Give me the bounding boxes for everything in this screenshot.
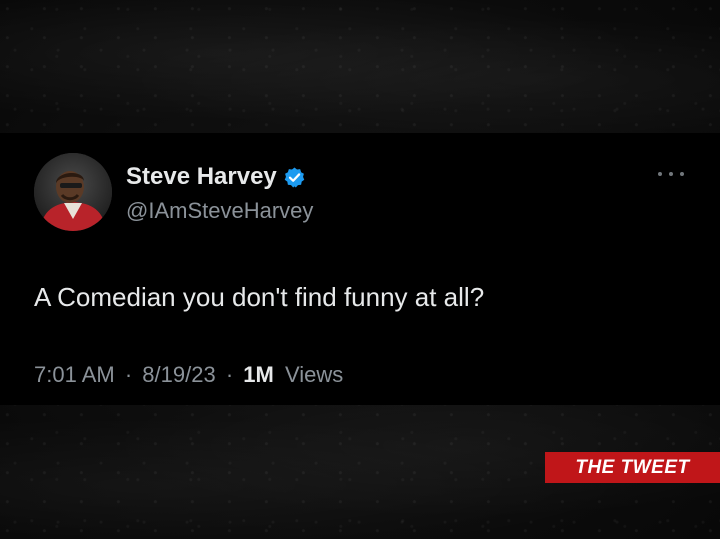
avatar-image	[34, 153, 112, 231]
badge-label: THE TWEET	[575, 456, 690, 478]
avatar[interactable]	[34, 153, 112, 231]
more-horizontal-icon[interactable]	[658, 169, 684, 179]
tweet-text: A Comedian you don't find funny at all?	[34, 282, 485, 312]
more-dot	[658, 172, 662, 176]
more-dot	[669, 172, 673, 176]
user-handle[interactable]: @IAmSteveHarvey	[126, 198, 313, 224]
tweet-card[interactable]: Steve Harvey @IAmSteveHarvey A Comedian …	[0, 133, 720, 405]
verified-badge-icon	[283, 166, 306, 189]
tweet-meta: 7:01 AM · 8/19/23 · 1M Views	[34, 362, 343, 388]
name-row: Steve Harvey	[126, 163, 306, 191]
background-texture-top	[0, 0, 720, 133]
meta-separator: ·	[124, 362, 133, 387]
views-count[interactable]: 1M	[243, 362, 274, 387]
display-name[interactable]: Steve Harvey	[126, 163, 277, 191]
tweet-date[interactable]: 8/19/23	[142, 362, 215, 387]
the-tweet-badge: THE TWEET	[545, 452, 720, 483]
meta-separator: ·	[225, 362, 234, 387]
tweet-time[interactable]: 7:01 AM	[34, 362, 115, 387]
more-dot	[680, 172, 684, 176]
views-label: Views	[284, 362, 344, 387]
